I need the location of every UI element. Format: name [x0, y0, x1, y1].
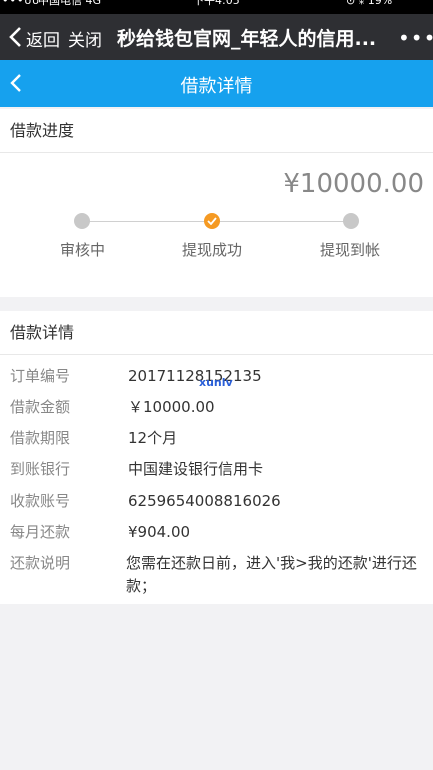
- step-dot-arrived: [343, 213, 359, 229]
- page-title: 秒给钱包官网_年轻人的信用...: [117, 28, 377, 50]
- step-label: 审核中: [60, 241, 106, 259]
- row-value: 20171128152135: [128, 367, 262, 385]
- back-button[interactable]: 返回: [26, 26, 60, 51]
- step-label: 提现成功: [182, 241, 243, 259]
- check-icon: [207, 217, 217, 225]
- clock: 下午4:05: [193, 0, 240, 7]
- status-bar: •••oo 中国电信 4G 下午4:05 ⊙ ⁎ 19%: [0, 0, 433, 14]
- signal-icon: •••oo: [2, 0, 40, 7]
- chevron-left-icon[interactable]: [8, 26, 22, 48]
- row-value: 12个月: [128, 429, 178, 447]
- row-value: 6259654008816026: [128, 492, 281, 510]
- row-value: ¥904.00: [128, 523, 191, 541]
- row-label: 收款账号: [10, 492, 71, 510]
- row-value: ￥10000.00: [128, 398, 215, 416]
- battery-indicator: ⊙ ⁎ 19%: [346, 0, 393, 7]
- section-title: 借款详情: [0, 311, 433, 355]
- step-dot-withdrawn: [204, 213, 220, 229]
- loan-progress-card: 借款进度 ¥10000.00 审核中 提现成功 提现到帐: [0, 109, 433, 297]
- more-icon[interactable]: •••: [398, 26, 433, 50]
- loan-amount: ¥10000.00: [283, 169, 424, 199]
- row-label: 每月还款: [10, 523, 71, 541]
- row-label: 还款说明: [10, 554, 71, 572]
- watermark: xunlv: [199, 376, 233, 389]
- close-button[interactable]: 关闭: [68, 26, 102, 51]
- row-label: 订单编号: [10, 367, 71, 385]
- loan-detail-card: 借款详情 订单编号 20171128152135 借款金额 ￥10000.00 …: [0, 311, 433, 604]
- row-label: 借款金额: [10, 398, 71, 416]
- app-header: 借款详情: [0, 60, 433, 107]
- section-title: 借款进度: [0, 109, 433, 153]
- row-label: 到账银行: [10, 460, 71, 478]
- header-title: 借款详情: [180, 76, 253, 97]
- row-label: 借款期限: [10, 429, 71, 447]
- row-value: 中国建设银行信用卡: [128, 460, 264, 478]
- row-value: 您需在还款日前，进入'我>我的还款'进行还款；: [126, 554, 417, 595]
- browser-nav-bar: 返回 关闭 秒给钱包官网_年轻人的信用... •••: [0, 14, 433, 60]
- step-label: 提现到帐: [320, 241, 381, 259]
- carrier-label: 中国电信 4G: [38, 0, 102, 7]
- step-dot-review: [74, 213, 90, 229]
